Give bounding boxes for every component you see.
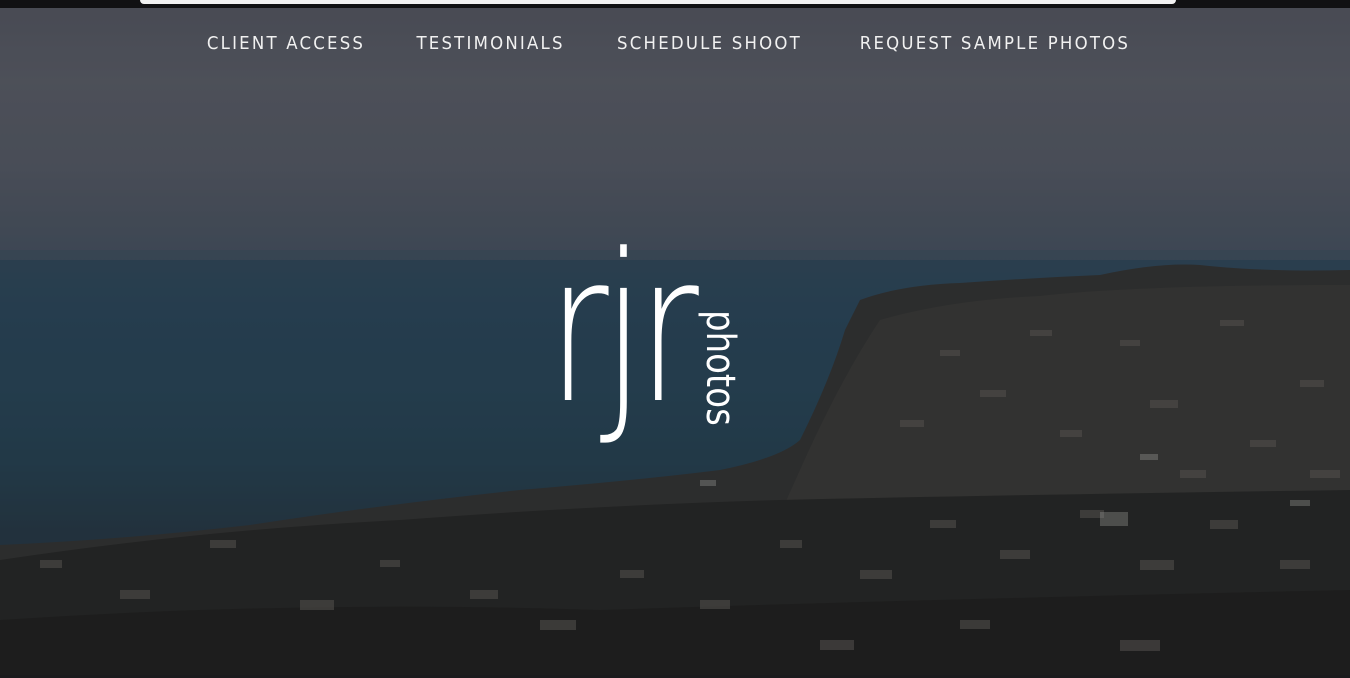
- page: CLIENT ACCESS TESTIMONIALS SCHEDULE SHOO…: [0, 0, 1350, 678]
- rjr-photos-logo[interactable]: rjr: [548, 211, 808, 500]
- nav-client-access[interactable]: CLIENT ACCESS: [207, 31, 365, 57]
- nav-testimonials[interactable]: TESTIMONIALS: [416, 31, 564, 57]
- logo-wordmark: rjr: [548, 211, 699, 449]
- top-search-bar-edge: [140, 0, 1176, 4]
- logo-subtitle: photos: [697, 310, 743, 426]
- nav-request-sample-photos[interactable]: REQUEST SAMPLE PHOTOS: [860, 31, 1130, 57]
- main-navigation: CLIENT ACCESS TESTIMONIALS SCHEDULE SHOO…: [0, 31, 1350, 57]
- nav-schedule-shoot[interactable]: SCHEDULE SHOOT: [617, 31, 802, 57]
